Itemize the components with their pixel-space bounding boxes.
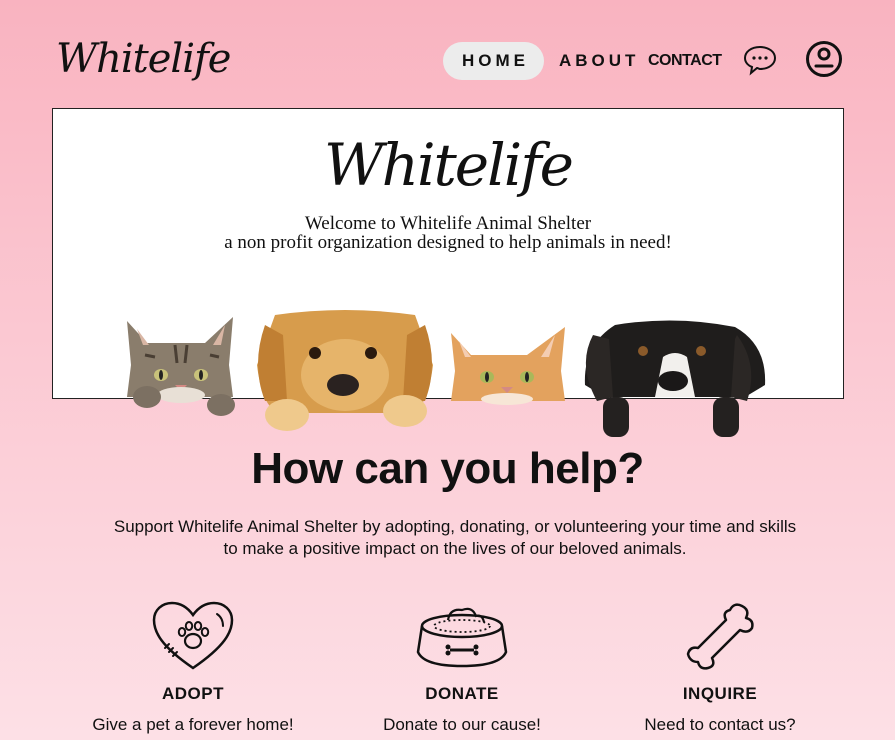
chat-bubble-icon[interactable]	[743, 44, 777, 76]
adopt-text: Give a pet a forever home!	[92, 715, 294, 734]
peeking-pets-image	[127, 310, 766, 437]
site-logo[interactable]: Whitelife	[56, 36, 231, 82]
nav-home[interactable]: HOME	[443, 42, 544, 80]
adopt-title: ADOPT	[162, 684, 224, 703]
inquire-text: Need to contact us?	[644, 715, 796, 734]
account-icon[interactable]	[805, 40, 843, 78]
help-heading: How can you help?	[251, 444, 644, 493]
black-white-dog-image	[584, 320, 766, 437]
donate-text: Donate to our cause!	[383, 715, 541, 734]
nav-about[interactable]: ABOUT	[559, 42, 639, 80]
hero-subtitle: a non profit organization designed to he…	[224, 232, 672, 253]
donate-title: DONATE	[425, 684, 499, 703]
inquire-card[interactable]: INQUIRE Need to contact us?	[600, 600, 840, 734]
pet-bowl-icon	[416, 607, 508, 668]
golden-retriever-image	[257, 310, 433, 431]
inquire-title: INQUIRE	[682, 684, 758, 703]
tabby-cat-image	[127, 317, 235, 416]
hero-title: Whitelife	[323, 131, 574, 199]
bone-icon	[686, 603, 754, 670]
nav-contact[interactable]: CONTACT	[648, 42, 722, 80]
help-description: Support Whitelife Animal Shelter by adop…	[113, 517, 797, 558]
adopt-card[interactable]: ADOPT Give a pet a forever home!	[73, 600, 313, 734]
heart-paw-icon	[152, 601, 234, 670]
donate-card[interactable]: DONATE Donate to our cause!	[342, 600, 582, 734]
orange-cat-image	[451, 327, 565, 405]
